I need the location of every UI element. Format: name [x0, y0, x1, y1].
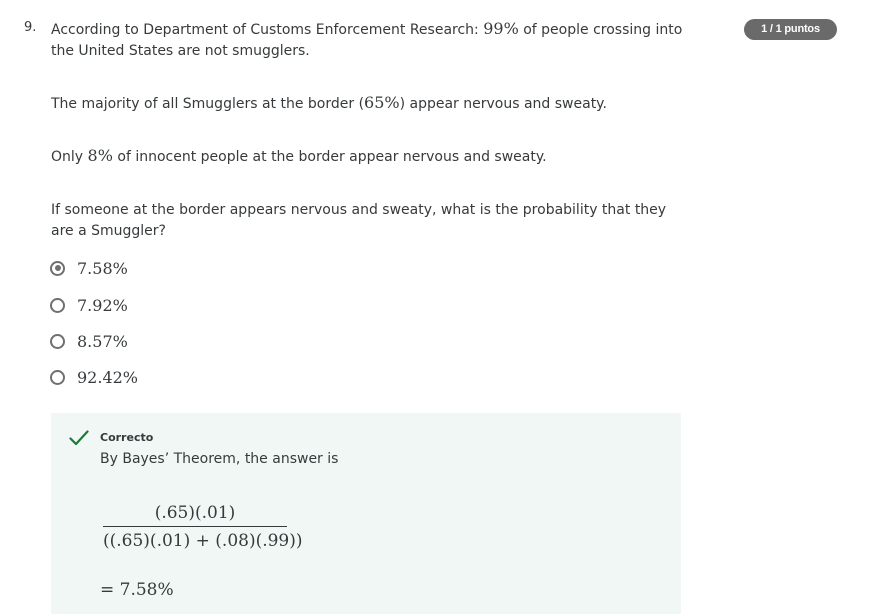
question-paragraph-2: The majority of all Smugglers at the bor…	[51, 92, 691, 115]
answer-option-label: 7.58%	[77, 258, 128, 278]
p1-text-before: According to Department of Customs Enfor…	[51, 22, 484, 38]
feedback-result: = 7.58%	[100, 580, 174, 600]
fraction-numerator: (.65)(.01)	[154, 503, 236, 523]
answer-option-3[interactable]: 8.57%	[50, 330, 128, 352]
question-paragraph-3: Only 8% of innocent people at the border…	[51, 145, 691, 168]
question-number: 9.	[24, 20, 37, 35]
checkmark-icon	[69, 430, 89, 446]
p3-text-before: Only	[51, 149, 88, 165]
radio-button-selected[interactable]	[50, 260, 65, 276]
p2-math: 65%	[364, 93, 400, 112]
p3-math: 8%	[87, 146, 113, 165]
radio-button[interactable]	[50, 369, 65, 385]
fraction-bar	[103, 526, 287, 527]
bayes-fraction: (.65)(.01) ((.65)(.01) + (.08)(.99))	[103, 501, 303, 553]
answer-option-label: 92.42%	[77, 367, 139, 387]
feedback-status: Correcto	[100, 431, 154, 444]
radio-button[interactable]	[50, 333, 65, 349]
answer-option-label: 7.92%	[77, 295, 128, 315]
fraction-denominator: ((.65)(.01) + (.08)(.99))	[103, 531, 303, 551]
p2-text-before: The majority of all Smugglers at the bor…	[51, 96, 365, 112]
feedback-panel: Correcto By Bayes’ Theorem, the answer i…	[51, 413, 681, 614]
question-paragraph-1: According to Department of Customs Enfor…	[51, 18, 691, 62]
points-badge: 1 / 1 puntos	[744, 19, 837, 40]
answer-option-1[interactable]: 7.58%	[50, 257, 128, 279]
p1-math: 99%	[483, 19, 519, 38]
p2-text-after: ) appear nervous and sweaty.	[399, 96, 607, 112]
radio-button[interactable]	[50, 297, 65, 313]
question-prompt: If someone at the border appears nervous…	[51, 202, 667, 239]
answer-option-2[interactable]: 7.92%	[50, 294, 128, 316]
answer-option-4[interactable]: 92.42%	[50, 366, 138, 388]
answer-option-label: 8.57%	[77, 331, 128, 351]
p3-text-after: of innocent people at the border appear …	[112, 149, 547, 165]
feedback-explanation: By Bayes’ Theorem, the answer is	[100, 451, 339, 467]
